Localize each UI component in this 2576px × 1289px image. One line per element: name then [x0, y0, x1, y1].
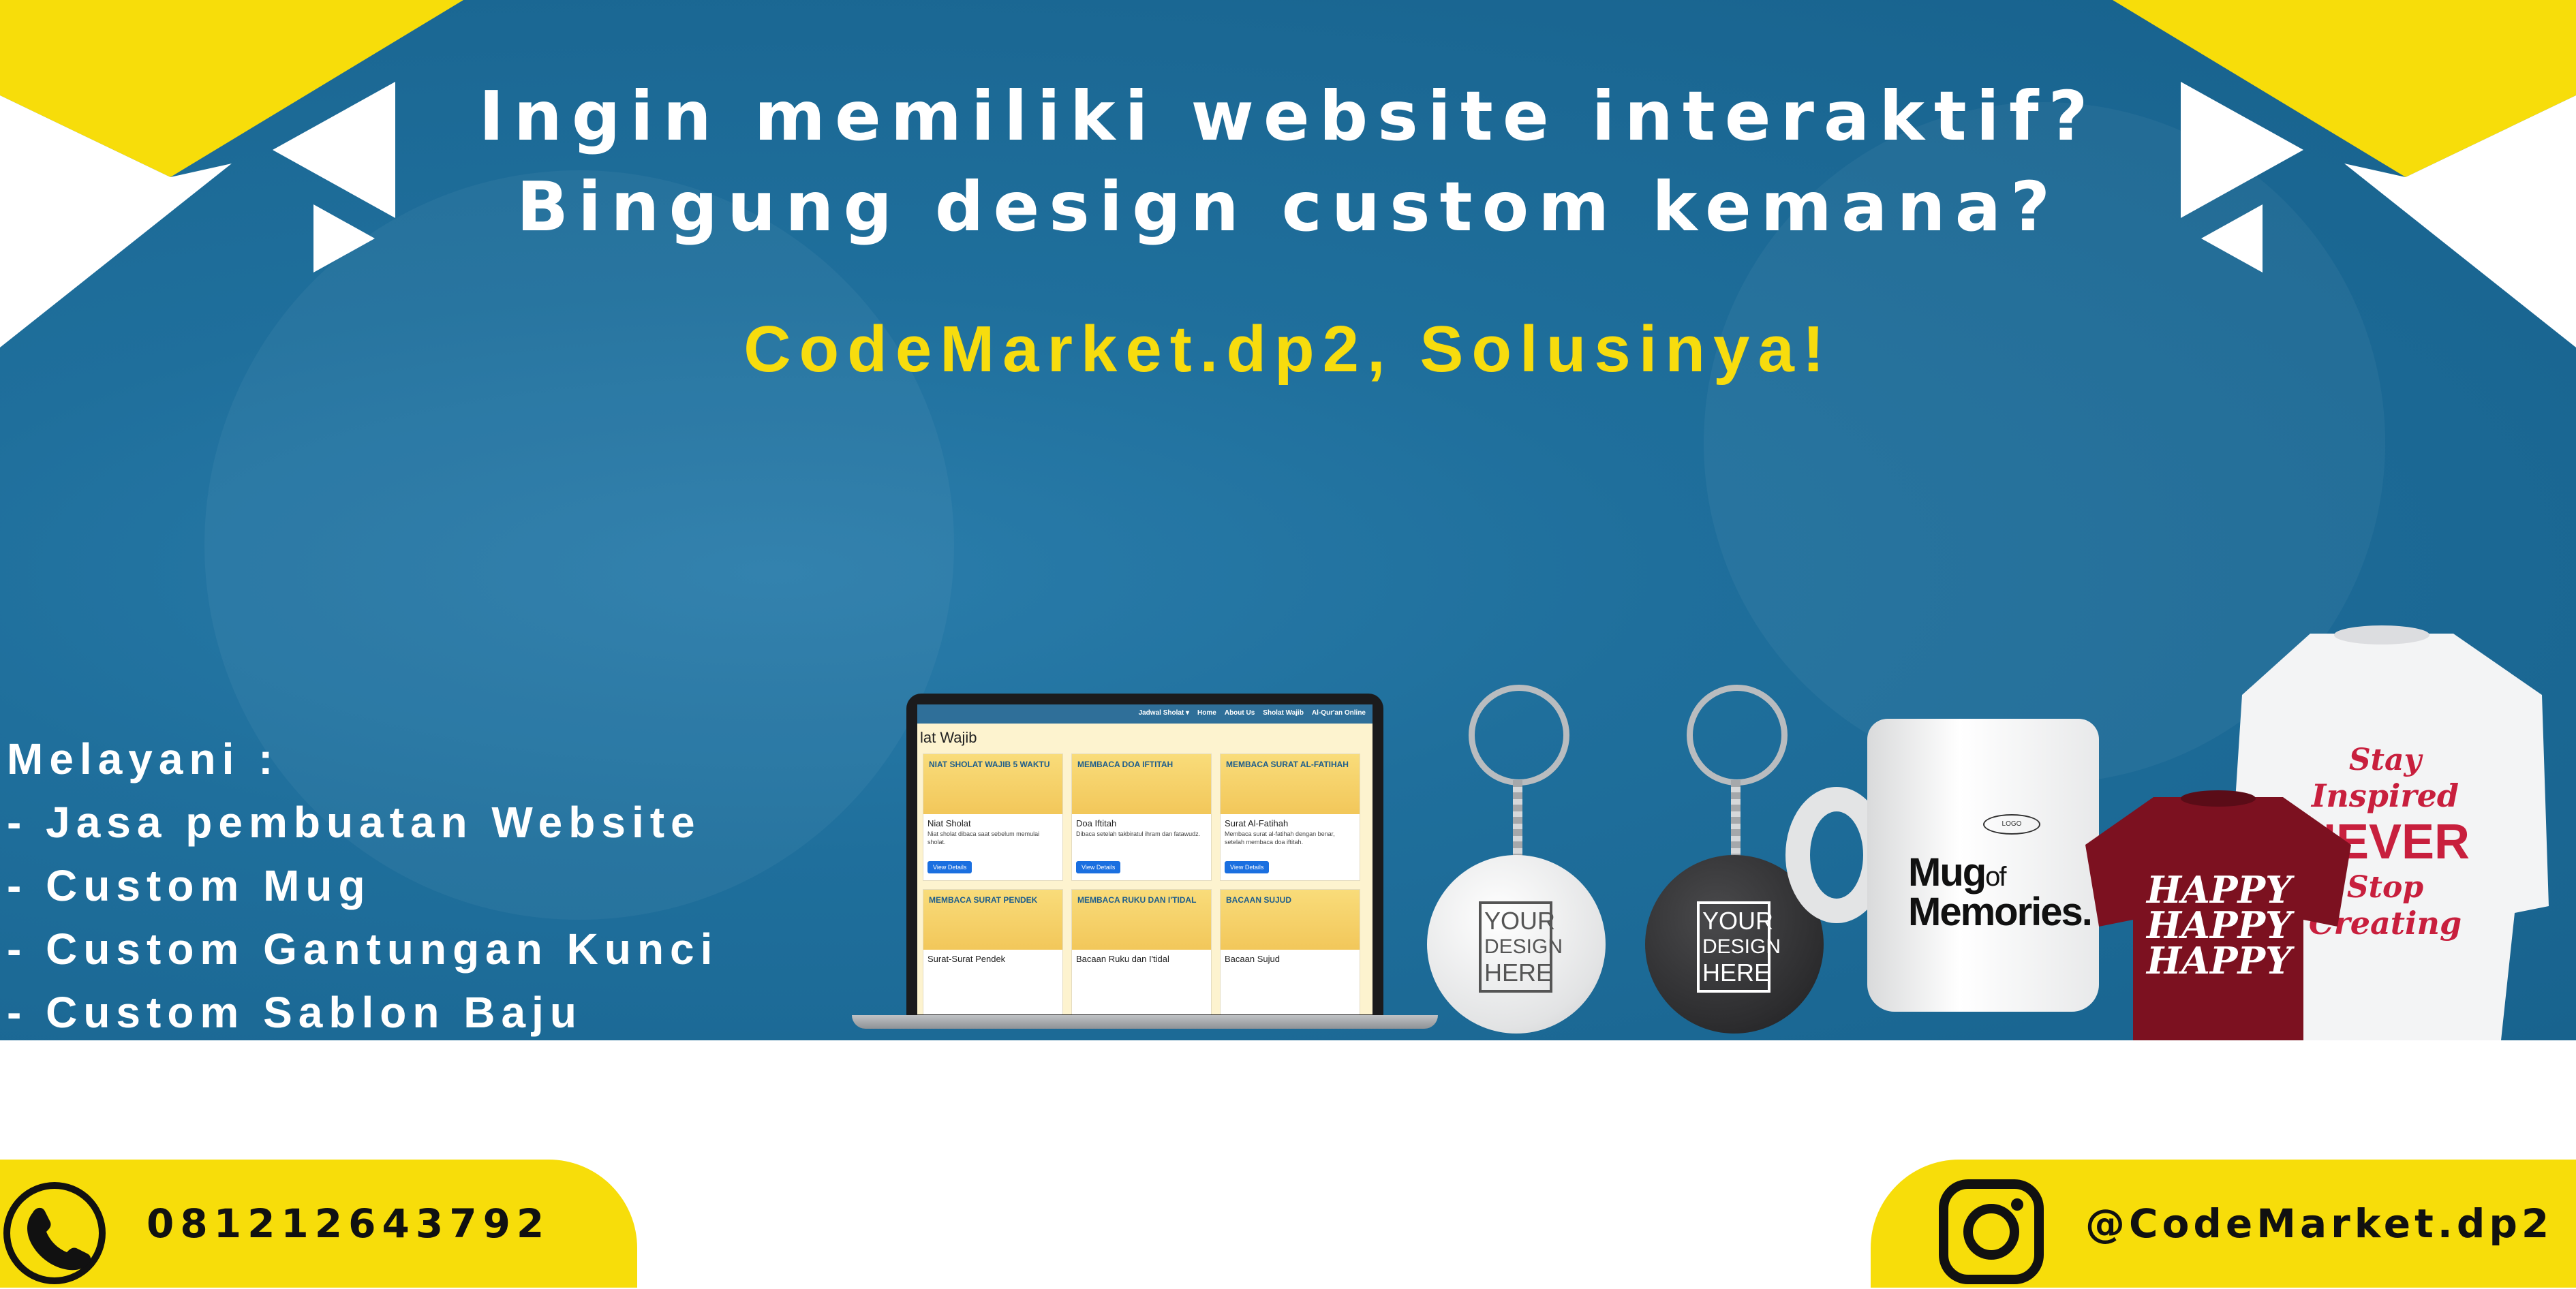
- card-title: Bacaan Ruku dan I'tidal: [1076, 954, 1169, 964]
- instagram-icon: [1939, 1179, 2044, 1284]
- service-item: - Jasa pembuatan Website: [7, 798, 701, 847]
- card-tag: BACAAN SUJUD: [1226, 895, 1292, 905]
- card-image: MEMBACA SURAT AL-FATIHAH: [1221, 754, 1360, 814]
- service-item: - Custom Sablon Baju: [7, 988, 583, 1037]
- key-chain: [1513, 780, 1522, 862]
- card-tag: MEMBACA SURAT PENDEK: [929, 895, 1038, 905]
- card-title: Niat Sholat: [927, 818, 971, 828]
- shirt-word: HAPPY: [2147, 903, 2292, 947]
- keyring: [1469, 685, 1569, 786]
- site-card: MEMBACA RUKU DAN I'TIDAL Bacaan Ruku dan…: [1071, 889, 1212, 1014]
- card-title: Surat-Surat Pendek: [927, 954, 1006, 964]
- card-tag: MEMBACA RUKU DAN I'TIDAL: [1077, 895, 1197, 905]
- card-image: BACAAN SUJUD: [1221, 890, 1360, 950]
- site-nav-link: Al-Qur'an Online: [1311, 709, 1366, 717]
- laptop-lid: Jadwal Sholat ▾ Home About Us Sholat Waj…: [906, 694, 1383, 1017]
- card-text: Dibaca setelah takbiratul ihram dan fata…: [1076, 830, 1201, 837]
- view-details-button: View Details: [927, 861, 972, 873]
- mug-print: Mugof Memories.: [1908, 853, 2093, 932]
- mug-mockup: LOGO Mugof Memories.: [1779, 719, 2106, 1019]
- card-tag: MEMBACA SURAT AL-FATIHAH: [1226, 760, 1349, 769]
- mug-title: Memories.: [1908, 890, 2093, 934]
- laptop-mockup: Jadwal Sholat ▾ Home About Us Sholat Waj…: [852, 694, 1438, 1029]
- site-card: MEMBACA SURAT AL-FATIHAH Surat Al-Fatiha…: [1220, 754, 1360, 881]
- card-text: Membaca surat al-fatihah dengan benar, s…: [1225, 830, 1335, 845]
- placeholder-text: HERE: [1484, 959, 1553, 987]
- design-placeholder: YOUR DESIGN HERE: [1697, 901, 1781, 993]
- card-image: MEMBACA DOA IFTITAH: [1072, 754, 1211, 814]
- card-tag: MEMBACA DOA IFTITAH: [1077, 760, 1174, 769]
- site-card: NIAT SHOLAT WAJIB 5 WAKTU Niat Sholat Ni…: [923, 754, 1063, 881]
- services-list: Melayani : - Jasa pembuatan Website - Cu…: [7, 728, 718, 1040]
- card-image: MEMBACA SURAT PENDEK: [923, 890, 1062, 950]
- hero-banner: Ingin memiliki website interaktif? Bingu…: [0, 0, 2576, 1040]
- site-nav-link: Home: [1197, 709, 1216, 717]
- site-card: BACAAN SUJUD Bacaan Sujud: [1220, 889, 1360, 1014]
- card-image: MEMBACA RUKU DAN I'TIDAL: [1072, 890, 1211, 950]
- maroon-tshirt: HAPPY HAPPY HAPPY: [2085, 790, 2351, 1040]
- design-placeholder: YOUR DESIGN HERE: [1479, 901, 1563, 993]
- mug-title: of: [1985, 862, 2006, 892]
- mug-title: Mug: [1908, 850, 1987, 895]
- shirt-print-red: HAPPY HAPPY HAPPY: [2147, 868, 2292, 982]
- services-title: Melayani :: [7, 734, 279, 783]
- phone-icon: [3, 1182, 106, 1284]
- service-item: - Custom Gantungan Kunci: [7, 925, 719, 974]
- view-details-button: View Details: [1225, 861, 1270, 873]
- card-title: Surat Al-Fatihah: [1225, 818, 1289, 828]
- site-nav-link: Sholat Wajib: [1263, 709, 1304, 717]
- laptop-base: [852, 1015, 1438, 1029]
- shirt-word: Stay: [2348, 743, 2422, 777]
- instagram-handle[interactable]: @CodeMarket.dp2: [2085, 1200, 2553, 1247]
- card-tag: NIAT SHOLAT WAJIB 5 WAKTU: [929, 760, 1050, 769]
- view-details-button: View Details: [1076, 861, 1121, 873]
- card-image: NIAT SHOLAT WAJIB 5 WAKTU: [923, 754, 1062, 814]
- service-item: - Custom Mug: [7, 861, 371, 910]
- card-title: Doa Iftitah: [1076, 818, 1117, 828]
- site-heading: lat Wajib: [920, 729, 977, 746]
- mug-badge: LOGO: [1983, 814, 2040, 835]
- site-nav-link: Jadwal Sholat ▾: [1138, 709, 1190, 717]
- site-card-grid: NIAT SHOLAT WAJIB 5 WAKTU Niat Sholat Ni…: [917, 747, 1373, 1014]
- placeholder-text: HERE: [1702, 959, 1771, 987]
- card-text: Niat sholat dibaca saat sebelum memulai …: [927, 830, 1040, 845]
- laptop-screen: Jadwal Sholat ▾ Home About Us Sholat Waj…: [917, 704, 1373, 1014]
- keychain-white: YOUR DESIGN HERE: [1424, 685, 1615, 1036]
- headline-line-2: Bingung design custom kemana?: [516, 167, 2060, 247]
- card-title: Bacaan Sujud: [1225, 954, 1280, 964]
- brand-slogan: CodeMarket.dp2, Solusinya!: [743, 313, 1833, 386]
- keyring: [1687, 685, 1788, 786]
- shirt-word: HAPPY: [2147, 868, 2292, 912]
- placeholder-text: DESIGN: [1702, 935, 1781, 958]
- placeholder-text: YOUR: [1702, 907, 1774, 935]
- shirt-word: HAPPY: [2147, 939, 2292, 982]
- key-chain: [1731, 780, 1741, 862]
- site-card: MEMBACA DOA IFTITAH Doa Iftitah Dibaca s…: [1071, 754, 1212, 881]
- placeholder-text: DESIGN: [1484, 935, 1563, 958]
- phone-number[interactable]: 081212643792: [147, 1200, 550, 1247]
- placeholder-text: YOUR: [1484, 907, 1556, 935]
- site-card: MEMBACA SURAT PENDEK Surat-Surat Pendek: [923, 889, 1063, 1014]
- site-navbar: Jadwal Sholat ▾ Home About Us Sholat Waj…: [917, 704, 1373, 724]
- headline-line-1: Ingin memiliki website interaktif?: [478, 76, 2098, 156]
- site-nav-link: About Us: [1224, 709, 1255, 717]
